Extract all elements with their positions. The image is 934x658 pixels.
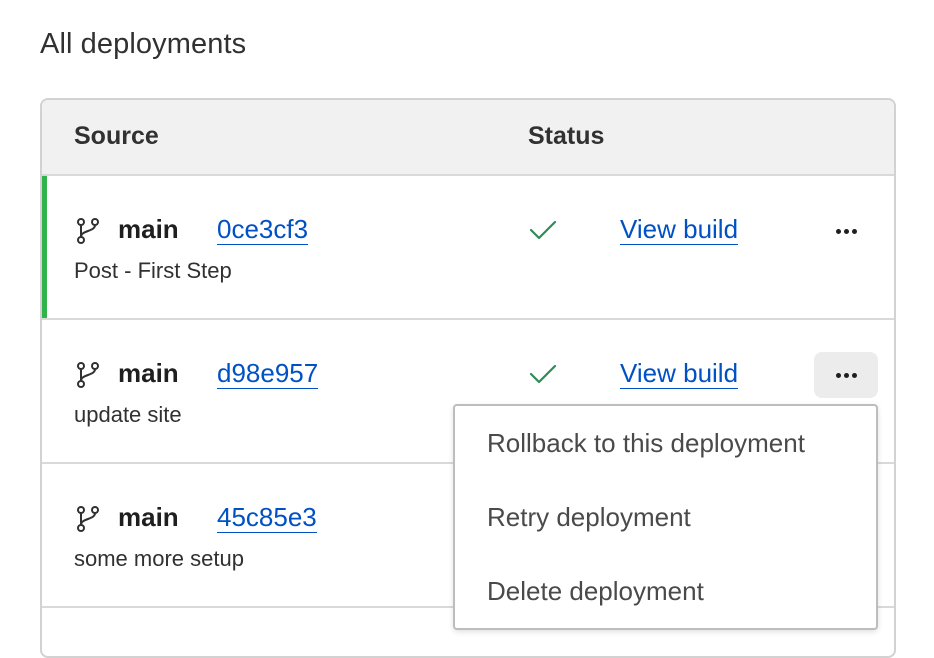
commit-link[interactable]: d98e957	[217, 358, 319, 389]
page-title: All deployments	[40, 28, 247, 60]
more-actions-button[interactable]	[814, 208, 878, 254]
branch-name: main	[118, 214, 179, 244]
view-build-link[interactable]: View build	[620, 358, 739, 389]
branch-name: main	[118, 502, 179, 532]
more-horizontal-icon	[835, 228, 857, 234]
git-branch-icon	[77, 218, 99, 244]
deployment-actions-menu: Rollback to this deployment Retry deploy…	[453, 404, 878, 630]
git-branch-icon	[77, 506, 99, 532]
branch-name: main	[118, 358, 179, 388]
table-header: Source Status	[42, 100, 894, 176]
commit-message: Post - First Step	[74, 258, 232, 283]
view-build-link[interactable]: View build	[620, 214, 739, 245]
commit-message: some more setup	[74, 546, 244, 571]
git-branch-icon	[77, 362, 99, 388]
table-row: main 0ce3cf3 Post - First Step View buil…	[42, 176, 894, 320]
menu-item-delete[interactable]: Delete deployment	[487, 576, 704, 607]
menu-item-retry[interactable]: Retry deployment	[487, 502, 691, 533]
commit-message: update site	[74, 402, 182, 427]
column-header-status: Status	[528, 122, 605, 150]
commit-link[interactable]: 45c85e3	[217, 502, 317, 533]
check-icon	[529, 220, 557, 240]
column-header-source: Source	[74, 122, 159, 150]
more-actions-button[interactable]	[814, 352, 878, 398]
more-horizontal-icon	[835, 372, 857, 378]
menu-item-rollback[interactable]: Rollback to this deployment	[487, 428, 805, 459]
commit-link[interactable]: 0ce3cf3	[217, 214, 309, 245]
check-icon	[529, 364, 557, 384]
